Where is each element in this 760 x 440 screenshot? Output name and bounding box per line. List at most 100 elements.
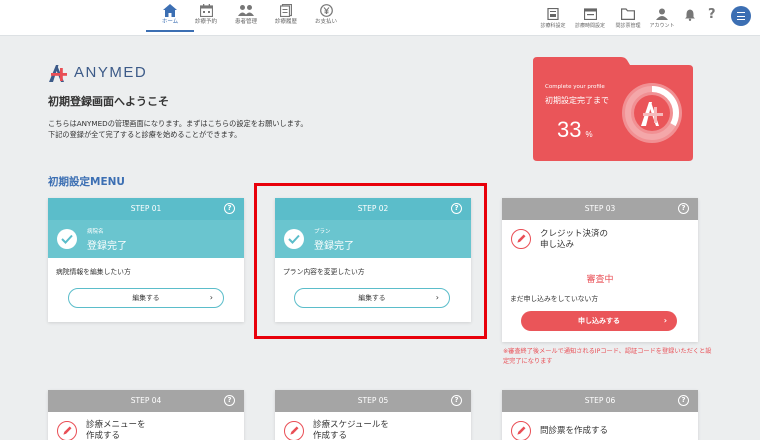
progress-unit: % <box>585 130 593 139</box>
welcome-title: 初期登録画面へようこそ <box>48 95 169 108</box>
bell-icon <box>685 9 695 21</box>
step-06-label: STEP 06 <box>584 396 616 405</box>
chevron-right-icon: › <box>209 293 213 302</box>
progress-caption-en: Complete your profile <box>545 84 605 90</box>
step-02-label: STEP 02 <box>357 204 389 213</box>
nav-department-settings[interactable]: 診療科設定 <box>536 8 570 29</box>
chevron-right-icon: › <box>663 316 667 325</box>
step-01-edit-label: 編集する <box>132 294 160 302</box>
logo-text: ANYMED <box>74 64 148 81</box>
step-01-status: 登録完了 <box>87 241 127 252</box>
department-settings-icon <box>547 8 559 20</box>
nav-questionnaire[interactable]: 問診票管理 <box>611 8 645 29</box>
nav-schedule-settings-label: 診療時間設定 <box>574 23 605 29</box>
step-01-description: 病院情報を編集したい方 <box>56 268 131 276</box>
menu-line <box>737 19 745 21</box>
step-01-help-icon[interactable]: ? <box>224 203 235 214</box>
step-04-card: STEP 04 ? 診療メニューを 作成する <box>48 390 244 440</box>
progress-percent: 33 <box>557 117 582 142</box>
nav-history[interactable]: 診療履歴 <box>264 4 308 26</box>
intro-line-1: こちらはANYMEDの管理画面になります。まずはこちらの設定をお願いします。 <box>48 119 308 128</box>
nav-home-label: ホーム <box>161 19 179 25</box>
anymed-logo: ANYMED <box>48 64 188 82</box>
notifications-button[interactable] <box>685 9 695 23</box>
account-icon <box>656 8 668 20</box>
step-03-label: STEP 03 <box>584 204 616 213</box>
history-icon <box>280 4 292 17</box>
chevron-right-icon: › <box>435 293 439 302</box>
hamburger-menu-icon[interactable] <box>731 6 751 26</box>
step-02-card: STEP 02 ? プラン 登録完了 プラン内容を変更したい方 編集する › <box>275 198 471 322</box>
home-icon <box>163 4 177 17</box>
calendar-icon <box>199 4 213 17</box>
step-06-title: 問診票を作成する <box>540 426 609 436</box>
step-03-apply-label: 申し込みする <box>578 317 620 325</box>
schedule-settings-icon <box>583 8 597 20</box>
step-06-help-icon[interactable]: ? <box>678 395 689 406</box>
nav-payments-label: お支払い <box>314 19 337 25</box>
pencil-icon <box>57 421 77 440</box>
step-03-help-icon[interactable]: ? <box>678 203 689 214</box>
nav-questionnaire-label: 問診票管理 <box>615 23 641 29</box>
step-02-description: プラン内容を変更したい方 <box>283 268 365 276</box>
step-01-header: STEP 01 ? <box>48 198 244 220</box>
step-01-label: STEP 01 <box>130 204 162 213</box>
intro-text: こちらはANYMEDの管理画面になります。まずはこちらの設定をお願いします。 下… <box>48 118 308 140</box>
step-05-help-icon[interactable]: ? <box>451 395 462 406</box>
nav-patients[interactable]: 患者管理 <box>224 4 268 26</box>
questionnaire-folder-icon <box>621 8 635 20</box>
intro-line-2: 下記の登録が全て完了すると診療を始めることができます。 <box>48 130 242 139</box>
nav-payments[interactable]: お支払い <box>304 4 348 26</box>
help-button[interactable]: ? <box>708 7 716 22</box>
step-02-status: 登録完了 <box>314 241 354 252</box>
profile-progress-card: Complete your profile 初期設定完了まで 33% <box>533 57 693 161</box>
progress-value: 33% <box>557 117 593 143</box>
step-03-header: STEP 03 ? <box>502 198 698 220</box>
progress-caption-jp: 初期設定完了まで <box>545 96 609 105</box>
nav-patients-label: 患者管理 <box>234 19 257 25</box>
step-04-title: 診療メニューを 作成する <box>86 420 146 440</box>
top-navigation-bar: ホーム 診療予約 患者管理 診療履歴 お支払い 診療科設定 診療時間設定 問診票… <box>0 0 760 36</box>
step-03-description: まだ申し込みをしていない方 <box>510 295 599 303</box>
step-02-edit-label: 編集する <box>358 294 386 302</box>
step-03-title: クレジット決済の 申し込み <box>540 229 609 250</box>
step-04-label: STEP 04 <box>130 396 162 405</box>
nav-appointments[interactable]: 診療予約 <box>184 4 228 26</box>
nav-history-label: 診療履歴 <box>274 19 297 25</box>
step-02-status-banner: プラン 登録完了 <box>275 220 471 258</box>
step-03-status: 審査中 <box>586 275 614 285</box>
step-03-card: STEP 03 ? クレジット決済の 申し込み 審査中 まだ申し込みをしていない… <box>502 198 698 342</box>
step-01-status-banner: 病院名 登録完了 <box>48 220 244 258</box>
step-05-card: STEP 05 ? 診療スケジュールを 作成する <box>275 390 471 440</box>
pencil-icon <box>511 229 531 249</box>
logo-mark <box>49 65 67 82</box>
step-05-title: 診療スケジュールを 作成する <box>313 420 389 440</box>
step-04-help-icon[interactable]: ? <box>224 395 235 406</box>
pencil-icon <box>511 421 531 440</box>
step-02-edit-button[interactable]: 編集する › <box>294 288 450 308</box>
nav-account[interactable]: アカウント <box>647 8 677 29</box>
progress-ring <box>622 83 682 143</box>
step-06-header: STEP 06 ? <box>502 390 698 412</box>
checkmark-icon <box>284 229 304 249</box>
step-02-header: STEP 02 ? <box>275 198 471 220</box>
payment-icon <box>319 4 333 17</box>
nav-appointments-label: 診療予約 <box>194 19 217 25</box>
pencil-icon <box>284 421 304 440</box>
step-03-note: ※審査終了後メールで通知されるIPコード、認証コードを登録いただくと設定完了にな… <box>503 348 712 365</box>
initial-settings-menu-title: 初期設定MENU <box>48 176 125 188</box>
step-01-card: STEP 01 ? 病院名 登録完了 病院情報を編集したい方 編集する › <box>48 198 244 322</box>
step-04-header: STEP 04 ? <box>48 390 244 412</box>
step-01-edit-button[interactable]: 編集する › <box>68 288 224 308</box>
step-02-help-icon[interactable]: ? <box>451 203 462 214</box>
step-02-item-name: プラン <box>314 229 331 235</box>
step-01-item-name: 病院名 <box>87 229 104 235</box>
step-05-label: STEP 05 <box>357 396 389 405</box>
nav-schedule-settings[interactable]: 診療時間設定 <box>572 8 608 29</box>
checkmark-icon <box>57 229 77 249</box>
nav-department-settings-label: 診療科設定 <box>540 23 566 29</box>
nav-account-label: アカウント <box>649 23 675 29</box>
step-03-apply-button[interactable]: 申し込みする › <box>521 311 677 331</box>
menu-line <box>737 12 745 14</box>
step-05-header: STEP 05 ? <box>275 390 471 412</box>
